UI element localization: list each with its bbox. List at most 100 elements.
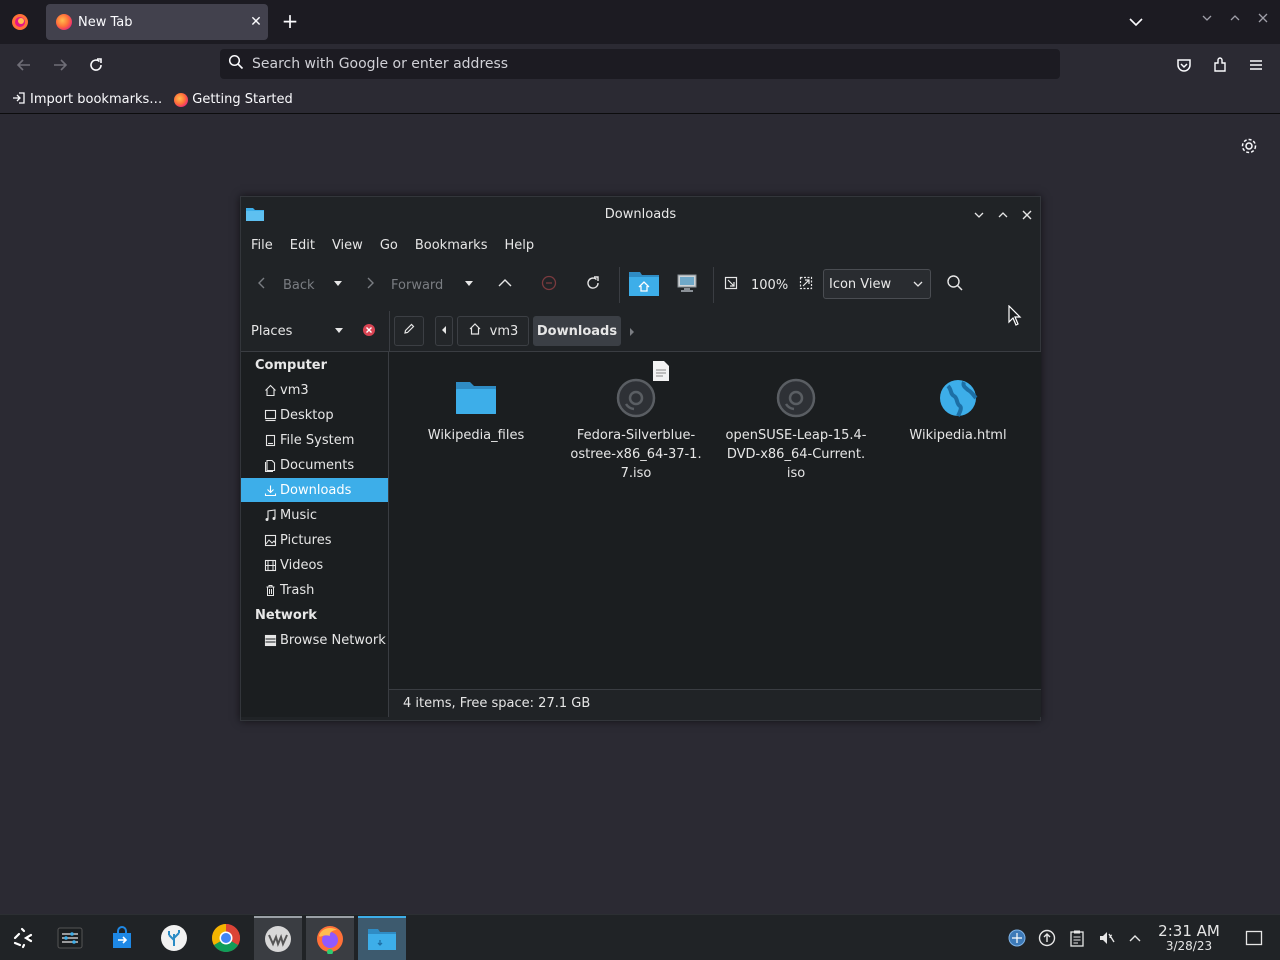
reload-button[interactable] [584, 271, 602, 299]
show-desktop-icon[interactable] [1243, 927, 1265, 949]
close-icon[interactable] [1018, 206, 1036, 224]
back-history-dropdown[interactable] [332, 271, 344, 299]
coral-app-icon[interactable] [150, 916, 198, 960]
dolphin-taskbar-icon[interactable] [358, 916, 406, 960]
list-all-tabs-icon[interactable] [1124, 10, 1148, 34]
tray-expand-chevron-icon[interactable] [1124, 927, 1146, 949]
places-options-dropdown-icon[interactable] [333, 325, 345, 341]
breadcrumb-arrow-right-icon[interactable] [628, 326, 636, 341]
file-item[interactable]: openSUSE-Leap-15.4- DVD-x86_64-Current. … [721, 374, 871, 483]
sidebar-item-desktop[interactable]: Desktop [241, 403, 388, 427]
updates-icon[interactable] [1036, 927, 1058, 949]
volume-muted-icon[interactable] [1096, 927, 1118, 949]
bookmark-import[interactable]: Import bookmarks… [12, 91, 162, 109]
breadcrumb-downloads[interactable]: Downloads [533, 316, 621, 346]
zoom-level[interactable]: 100% [751, 271, 788, 299]
file-view[interactable]: Wikipedia_files Fedora-Silverblue- ostre… [389, 351, 1041, 689]
settings-gear-icon[interactable] [1238, 135, 1260, 157]
new-tab-button[interactable]: + [278, 10, 302, 34]
discover-store-icon[interactable] [98, 916, 146, 960]
videos-icon [263, 558, 277, 572]
forward-arrow-icon[interactable] [48, 53, 72, 77]
pocket-icon[interactable] [1172, 53, 1196, 77]
close-tab-icon[interactable]: ✕ [244, 14, 268, 30]
menu-view[interactable]: View [332, 238, 363, 253]
sidebar-item-browse-network[interactable]: Browse Network [241, 628, 388, 652]
sidebar-item-vm3[interactable]: vm3 [241, 378, 388, 402]
menu-bookmarks[interactable]: Bookmarks [415, 238, 488, 253]
back-arrow-icon[interactable] [12, 53, 36, 77]
zoom-in-button[interactable] [799, 271, 813, 299]
file-item[interactable]: Fedora-Silverblue- ostree-x86_64-37-1. 7… [561, 361, 711, 483]
up-chevron-icon [497, 275, 513, 295]
file-name-line-1: openSUSE-Leap-15.4- [725, 428, 867, 443]
close-window-icon[interactable] [1253, 12, 1273, 32]
maximize-icon[interactable] [994, 206, 1012, 224]
sidebar-item-videos[interactable]: Videos [241, 553, 388, 577]
sidebar-item-documents[interactable]: Documents [241, 453, 388, 477]
file-item[interactable]: Wikipedia.html [883, 374, 1033, 445]
breadcrumb-scroll-left[interactable] [435, 316, 453, 346]
reload-icon[interactable] [84, 53, 108, 77]
view-mode-select[interactable]: Icon View [823, 269, 931, 299]
digital-clock[interactable]: 2:31 AM 3/28/23 [1150, 923, 1228, 953]
computer-button[interactable] [676, 271, 698, 299]
sidebar-item-label: File System [280, 432, 355, 448]
breadcrumb-downloads-label: Downloads [536, 323, 618, 339]
minimize-icon[interactable] [1197, 12, 1217, 32]
file-item[interactable]: Wikipedia_files [401, 374, 551, 445]
address-bar[interactable]: Search with Google or enter address [220, 49, 1060, 79]
bookmark-getting-started[interactable]: Getting Started [174, 92, 293, 107]
search-icon [228, 54, 244, 74]
virt-manager-icon[interactable] [254, 916, 302, 960]
sidebar-item-file-system[interactable]: File System [241, 428, 388, 452]
back-button[interactable]: Back [255, 271, 315, 299]
network-status-icon[interactable] [1006, 927, 1028, 949]
menu-file[interactable]: File [251, 238, 273, 253]
sidebar-item-music[interactable]: Music [241, 503, 388, 527]
tab-new-tab[interactable]: New Tab ✕ [46, 4, 268, 40]
up-button[interactable] [497, 271, 513, 299]
app-launcher-icon[interactable] [0, 916, 48, 960]
hamburger-menu-icon[interactable] [1244, 53, 1268, 77]
file-name: Wikipedia_files [427, 428, 525, 443]
menu-help[interactable]: Help [504, 238, 534, 253]
sidebar-item-pictures[interactable]: Pictures [241, 528, 388, 552]
breadcrumb-vm3[interactable]: vm3 [457, 316, 529, 346]
close-panel-icon[interactable] [362, 323, 376, 341]
sidebar-item-label: Browse Network [280, 632, 386, 648]
sidebar-item-label: Downloads [280, 482, 352, 498]
menu-edit[interactable]: Edit [290, 238, 315, 253]
extensions-icon[interactable] [1208, 53, 1232, 77]
file-name-line-3: iso [786, 466, 806, 481]
browser-tab-bar: New Tab ✕ + [0, 0, 1280, 44]
maximize-icon[interactable] [1225, 12, 1245, 32]
home-button[interactable] [628, 266, 660, 304]
forward-label: Forward [391, 277, 444, 293]
system-settings-icon[interactable] [46, 916, 94, 960]
clipboard-icon[interactable] [1066, 927, 1088, 949]
sidebar-item-label: Documents [280, 457, 355, 473]
firefox-taskbar-icon[interactable] [306, 916, 354, 960]
forward-button[interactable]: Forward [363, 271, 443, 299]
zoom-out-button[interactable] [724, 271, 738, 299]
bookmarks-toolbar: Import bookmarks… Getting Started [0, 86, 1280, 114]
sidebar-section-network: Network [255, 608, 317, 623]
chrome-icon[interactable] [202, 916, 250, 960]
firefox-view-icon[interactable] [8, 10, 32, 34]
music-icon [263, 508, 277, 522]
sidebar-item-label: Music [280, 507, 317, 523]
sidebar-item-downloads[interactable]: Downloads [241, 478, 388, 502]
minimize-icon[interactable] [970, 206, 988, 224]
sidebar-item-label: Trash [280, 582, 315, 598]
menu-go[interactable]: Go [380, 238, 398, 253]
forward-history-dropdown[interactable] [463, 271, 475, 299]
drive-icon [263, 433, 277, 447]
home-icon [263, 383, 277, 397]
search-button[interactable] [946, 271, 964, 299]
window-titlebar[interactable]: Downloads [241, 197, 1040, 231]
documents-icon [263, 458, 277, 472]
stop-button[interactable] [541, 271, 557, 299]
sidebar-item-trash[interactable]: Trash [241, 578, 388, 602]
edit-location-button[interactable] [394, 316, 424, 346]
